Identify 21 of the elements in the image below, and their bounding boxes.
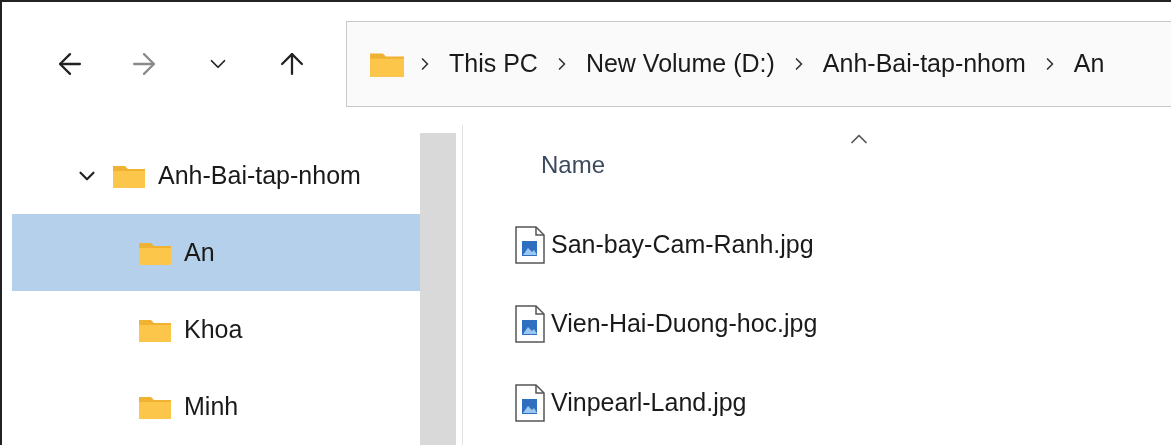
breadcrumb-item[interactable]: An	[1069, 49, 1109, 78]
address-bar[interactable]: This PC New Volume (D:) Anh-Bai-tap-nhom An	[346, 20, 1171, 107]
folder-label: Anh-Bai-tap-nhom	[158, 161, 361, 190]
image-file-icon	[515, 383, 545, 422]
image-file-icon	[515, 304, 545, 343]
folder-label: Khoa	[184, 315, 243, 344]
file-name[interactable]: Vinpearl-Land.jpg	[551, 388, 747, 417]
column-header[interactable]: Name	[515, 151, 606, 179]
file-name[interactable]: San-bay-Cam-Ranh.jpg	[551, 230, 814, 259]
scrollbar[interactable]	[420, 133, 456, 445]
folder-label: An	[184, 238, 215, 267]
breadcrumb-item[interactable]: This PC	[445, 49, 542, 78]
sidebar-item[interactable]: Khoa	[12, 291, 420, 368]
breadcrumb-item[interactable]: Anh-Bai-tap-nhom	[818, 49, 1030, 78]
sidebar-item[interactable]: Anh-Bai-tap-nhom	[12, 137, 420, 214]
sidebar-item[interactable]: Minh	[12, 368, 420, 445]
breadcrumb-item[interactable]: New Volume (D:)	[581, 49, 779, 78]
file-name[interactable]: Vien-Hai-Duong-hoc.jpg	[551, 309, 818, 338]
image-file-icon	[515, 225, 545, 264]
folder-label: Minh	[184, 392, 239, 421]
sidebar-item[interactable]: An	[12, 214, 420, 291]
